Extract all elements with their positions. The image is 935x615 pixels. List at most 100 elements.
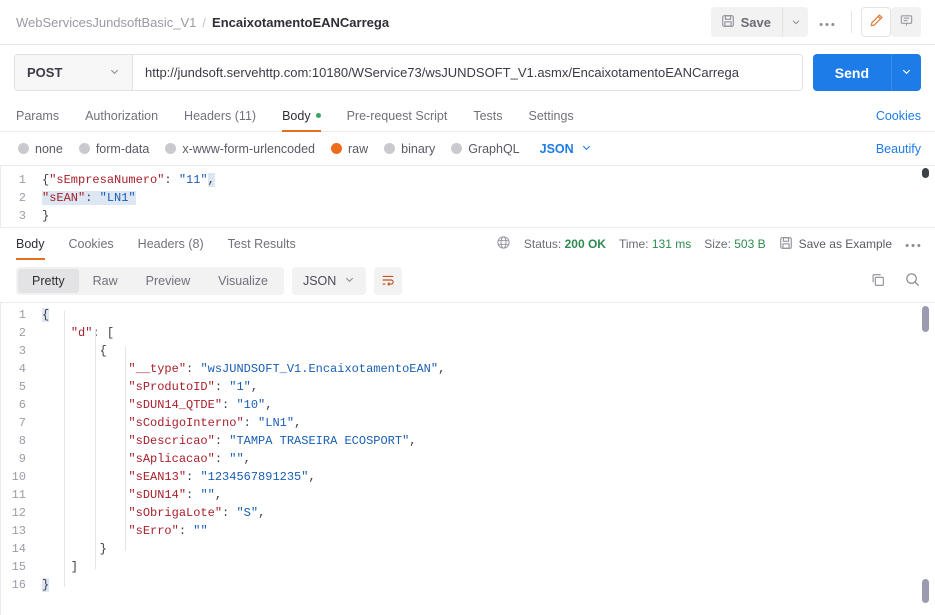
code-text: } (42, 578, 50, 592)
code-text: "sCodigoInterno": "LN1", (128, 416, 302, 430)
size-label: Size: (704, 237, 731, 251)
response-more-actions-button[interactable] (905, 237, 921, 251)
code-text: "sDUN14_QTDE": "10", (128, 398, 273, 412)
view-visualize[interactable]: Visualize (204, 269, 282, 293)
radio-icon (78, 143, 90, 154)
response-format-select[interactable]: JSON (291, 267, 367, 295)
line-number: 1 (18, 308, 26, 322)
request-editor-scrollbar[interactable] (922, 166, 929, 227)
radio-icon (451, 143, 463, 154)
code-text: { (42, 344, 107, 358)
tab-pre-request-script[interactable]: Pre-request Script (334, 100, 461, 131)
view-preview[interactable]: Preview (132, 269, 204, 293)
request-more-actions-button[interactable] (812, 7, 842, 37)
response-tab-test-results[interactable]: Test Results (216, 228, 308, 260)
save-button[interactable]: Save (710, 7, 782, 37)
time-group: Time: 131 ms (619, 237, 691, 251)
fold-guide-1 (64, 311, 65, 587)
response-body-viewer[interactable]: 1{2 "d": [3 {4 "__type": "wsJUNDSOFT_V1.… (0, 302, 935, 615)
code-text: "sObrigaLote": "S", (128, 506, 266, 520)
save-as-example-button[interactable]: Save as Example (779, 236, 892, 253)
request-header: WebServicesJundsoftBasic_V1 / Encaixotam… (0, 0, 935, 45)
body-type-form-data[interactable]: form-data (78, 142, 149, 156)
chevron-down-icon (901, 65, 912, 80)
request-body-editor[interactable]: 1 {"sEmpresaNumero": "11", 2 "sEAN": "LN1" 3… (0, 165, 935, 227)
line-number: 3 (18, 209, 26, 223)
response-tab-headers[interactable]: Headers (8) (126, 228, 216, 260)
word-wrap-icon (380, 272, 396, 291)
body-type-label: GraphQL (468, 141, 520, 156)
tab-label: Params (16, 108, 60, 123)
word-wrap-button[interactable] (374, 267, 403, 295)
tab-params[interactable]: Params (14, 100, 72, 131)
tab-label: Settings (528, 108, 574, 123)
body-format-select[interactable]: JSON (540, 142, 592, 156)
send-options-button[interactable] (891, 54, 921, 91)
response-code-lines: 1{2 "d": [3 {4 "__type": "wsJUNDSOFT_V1.… (0, 303, 935, 594)
body-type-label: none (35, 141, 63, 156)
tab-body[interactable]: Body (269, 100, 334, 132)
save-options-button[interactable] (782, 7, 808, 37)
breadcrumb-collection[interactable]: WebServicesJundsoftBasic_V1 (16, 15, 196, 30)
code-line: 3 { (0, 342, 935, 360)
request-tabs: Params Authorization Headers (11) Body P… (0, 100, 935, 132)
body-type-none[interactable]: none (18, 142, 63, 156)
tab-headers[interactable]: Headers (11) (171, 100, 269, 131)
body-type-raw[interactable]: raw (331, 142, 368, 156)
cookies-link[interactable]: Cookies (876, 100, 921, 131)
comments-button[interactable] (891, 7, 921, 37)
copy-icon[interactable] (870, 272, 886, 291)
body-modified-dot (315, 113, 321, 118)
edit-request-button[interactable] (861, 7, 891, 37)
breadcrumb-request-name[interactable]: EncaixotamentoEANCarrega (212, 15, 389, 30)
body-type-label: x-www-form-urlencoded (182, 141, 315, 156)
code-line: 13 "sErro": "" (0, 522, 935, 540)
line-number: 12 (11, 506, 26, 520)
line-number: 13 (11, 524, 26, 538)
postman-window: WebServicesJundsoftBasic_V1 / Encaixotam… (0, 0, 935, 615)
body-type-urlencoded[interactable]: x-www-form-urlencoded (165, 142, 315, 156)
search-icon[interactable] (904, 271, 921, 291)
response-tab-body[interactable]: Body (14, 228, 57, 260)
save-button-label: Save (740, 14, 771, 30)
response-tab-cookies[interactable]: Cookies (57, 228, 126, 260)
body-format-value: JSON (539, 141, 574, 156)
status-group: Status: 200 OK (524, 237, 606, 251)
code-line: 9 "sAplicacao": "", (0, 450, 935, 468)
tab-label: Pre-request Script (346, 108, 448, 123)
response-meta: Status: 200 OK Time: 131 ms Size: 503 B (496, 228, 921, 260)
send-button[interactable]: Send (812, 54, 891, 91)
radio-icon (165, 143, 177, 154)
body-type-binary[interactable]: binary (384, 142, 435, 156)
response-scrollbar-thumb[interactable] (922, 306, 929, 332)
body-type-label: binary (401, 141, 436, 156)
request-scrollbar-thumb[interactable] (922, 168, 929, 178)
line-number: 14 (11, 542, 26, 556)
code-line: 5 "sProdutoID": "1", (0, 378, 935, 396)
beautify-button[interactable]: Beautify (876, 142, 921, 156)
response-scrollbar[interactable] (922, 303, 929, 615)
code-line: 8 "sDescricao": "TAMPA TRASEIRA ECOSPORT… (0, 432, 935, 450)
radio-icon-selected (331, 143, 342, 154)
view-pretty[interactable]: Pretty (18, 269, 79, 293)
view-raw[interactable]: Raw (79, 269, 132, 293)
tab-settings[interactable]: Settings (516, 100, 587, 131)
chevron-down-icon (344, 274, 355, 288)
size-group: Size: 503 B (704, 237, 765, 251)
globe-icon[interactable] (496, 235, 511, 253)
tab-label: Cookies (68, 237, 114, 251)
response-tabs: Body Cookies Headers (8) Test Results St… (0, 227, 935, 260)
tab-authorization[interactable]: Authorization (72, 100, 171, 131)
url-input[interactable]: http://jundsoft.servehttp.com:10180/WSer… (133, 55, 802, 90)
response-scrollbar-mark[interactable] (922, 579, 929, 603)
chevron-down-icon (791, 15, 801, 30)
http-method-select[interactable]: POST (15, 55, 133, 90)
tab-tests[interactable]: Tests (460, 100, 515, 131)
body-type-graphql[interactable]: GraphQL (451, 141, 520, 156)
save-button-group: Save (710, 7, 808, 37)
code-text: { (42, 308, 50, 322)
line-number: 15 (11, 560, 26, 574)
code-line: 7 "sCodigoInterno": "LN1", (0, 414, 935, 432)
response-toolbar: Pretty Raw Preview Visualize JSON (0, 260, 935, 302)
code-text: "sEAN13": "1234567891235", (128, 470, 316, 484)
